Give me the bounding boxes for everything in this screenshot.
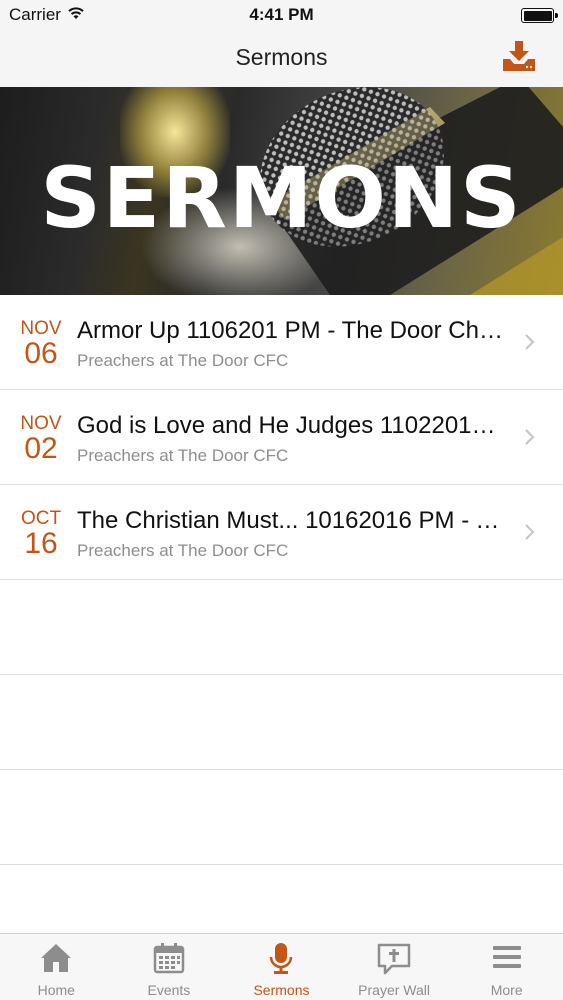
home-icon bbox=[41, 944, 72, 972]
sermon-speaker: Preachers at The Door CFC bbox=[77, 351, 289, 370]
empty-row bbox=[0, 675, 563, 770]
sermon-title: Armor Up 1106201 PM - The Door Christian… bbox=[77, 317, 507, 344]
sermon-month: NOV bbox=[20, 413, 62, 434]
sermon-title: God is Love and He Judges 11022016 PM bbox=[77, 412, 507, 439]
tab-bar: Home Events Sermons Prayer Wall More bbox=[0, 933, 563, 1000]
download-icon[interactable] bbox=[501, 39, 537, 73]
sermon-day: 02 bbox=[24, 432, 58, 465]
chevron-right-icon bbox=[525, 334, 535, 350]
calendar-icon bbox=[153, 943, 185, 974]
sermon-day: 06 bbox=[24, 337, 58, 370]
sermon-list: NOV 06 Armor Up 1106201 PM - The Door Ch… bbox=[0, 295, 563, 865]
tab-label: Events bbox=[147, 982, 191, 998]
microphone-icon bbox=[270, 943, 293, 974]
tab-sermons[interactable]: Sermons bbox=[225, 934, 338, 1000]
tab-label: Home bbox=[37, 982, 75, 998]
sermon-row[interactable]: OCT 16 The Christian Must... 10162016 PM… bbox=[0, 485, 563, 580]
empty-row bbox=[0, 770, 563, 865]
sermon-date: NOV 06 bbox=[10, 319, 72, 369]
banner-title: SERMONS bbox=[40, 149, 523, 247]
prayer-bubble-icon bbox=[377, 943, 411, 975]
tab-label: Prayer Wall bbox=[358, 982, 430, 998]
tab-label: Sermons bbox=[253, 982, 310, 998]
sermon-speaker: Preachers at The Door CFC bbox=[77, 541, 289, 560]
sermon-date: OCT 16 bbox=[10, 509, 72, 559]
tab-home[interactable]: Home bbox=[0, 934, 113, 1000]
tab-label: More bbox=[490, 982, 523, 998]
sermon-row[interactable]: NOV 02 God is Love and He Judges 1102201… bbox=[0, 390, 563, 485]
sermon-day: 16 bbox=[24, 527, 58, 560]
chevron-right-icon bbox=[525, 524, 535, 540]
sermon-date: NOV 02 bbox=[10, 414, 72, 464]
page-title: Sermons bbox=[235, 44, 328, 70]
chevron-right-icon bbox=[525, 429, 535, 445]
sermon-month: NOV bbox=[20, 318, 62, 339]
sermon-title: The Christian Must... 10162016 PM - The … bbox=[77, 507, 507, 534]
tab-events[interactable]: Events bbox=[113, 934, 226, 1000]
tab-prayer-wall[interactable]: Prayer Wall bbox=[338, 934, 451, 1000]
sermon-speaker: Preachers at The Door CFC bbox=[77, 446, 289, 465]
tab-more[interactable]: More bbox=[450, 934, 563, 1000]
empty-row bbox=[0, 580, 563, 675]
navigation-bar: Sermons bbox=[0, 30, 563, 87]
status-bar: Carrier 4:41 PM bbox=[0, 0, 563, 30]
battery-icon bbox=[521, 8, 558, 23]
sermon-month: OCT bbox=[20, 508, 62, 529]
sermons-banner: SERMONS bbox=[0, 87, 563, 295]
menu-icon bbox=[492, 946, 521, 968]
status-time: 4:41 PM bbox=[249, 5, 314, 24]
sermon-row[interactable]: NOV 06 Armor Up 1106201 PM - The Door Ch… bbox=[0, 295, 563, 390]
